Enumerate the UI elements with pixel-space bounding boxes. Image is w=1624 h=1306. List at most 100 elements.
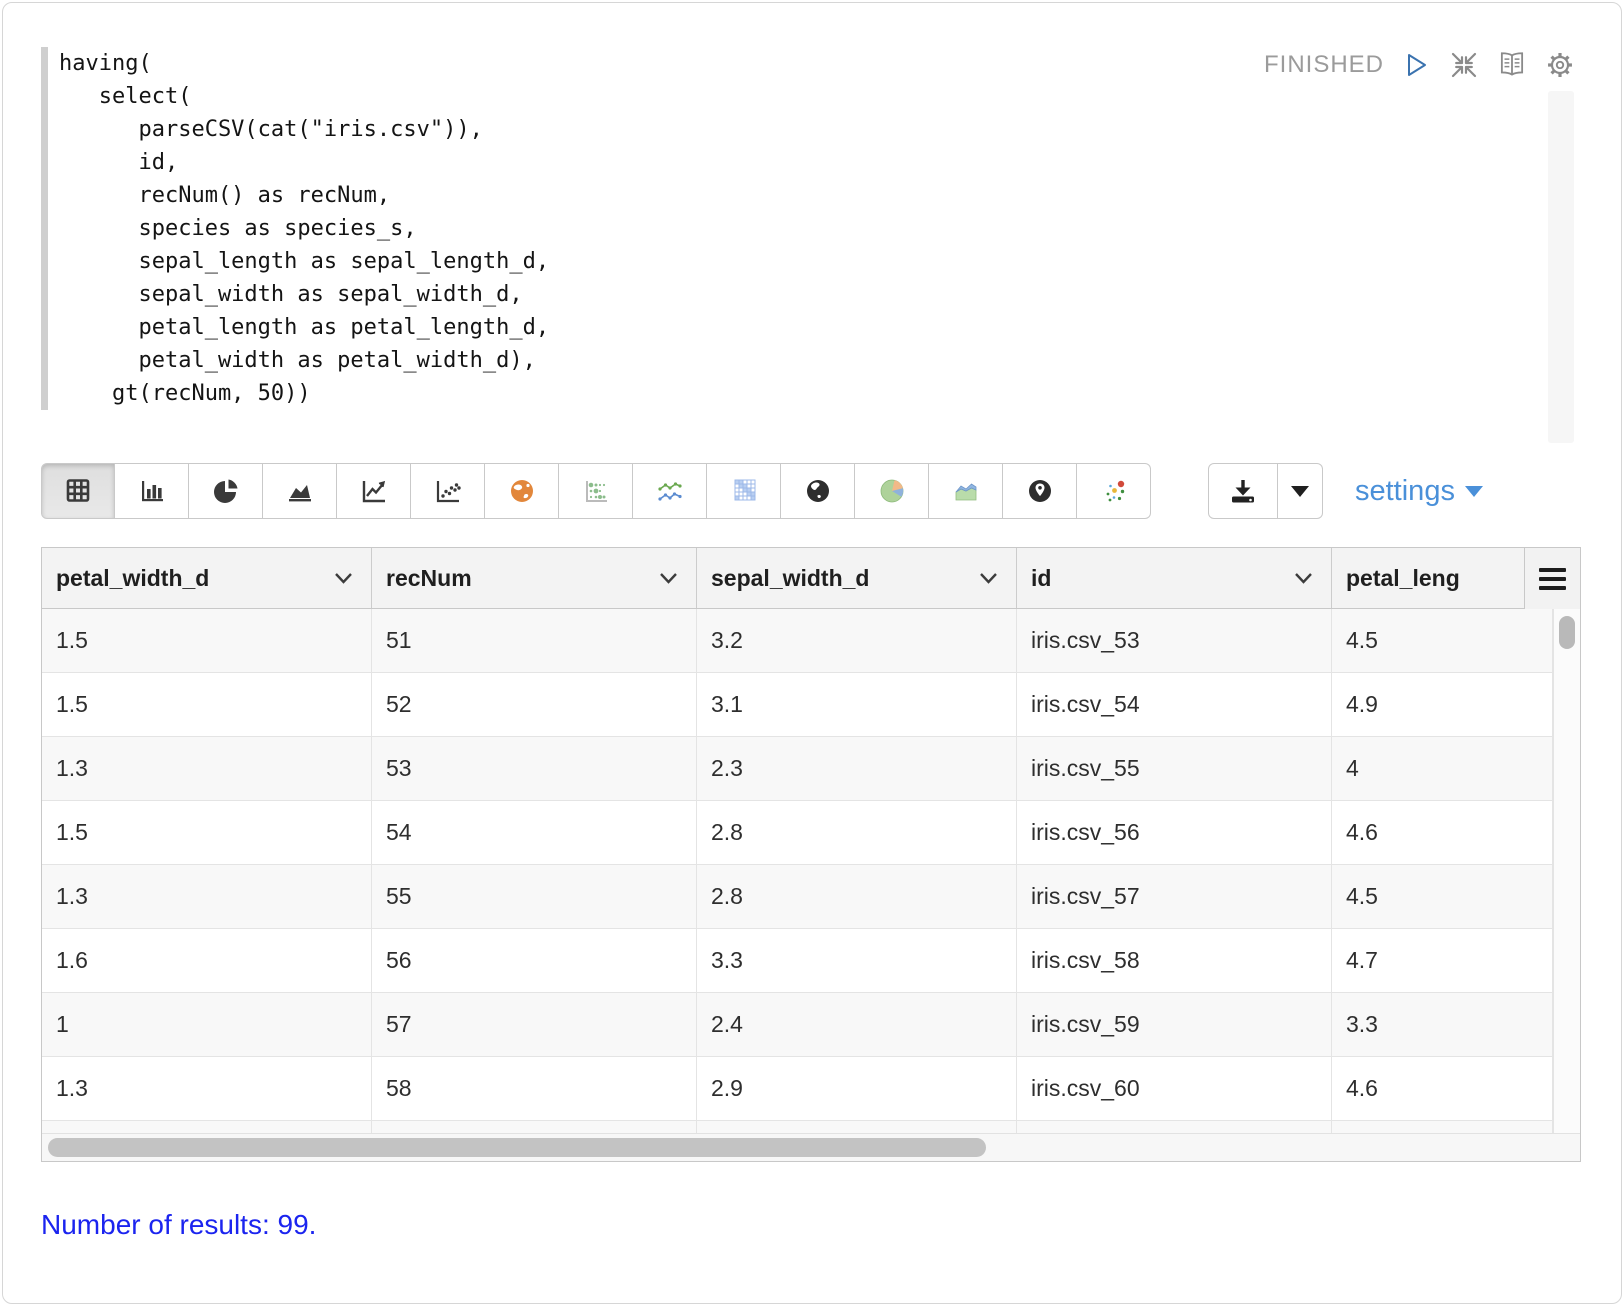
pie-chart-icon xyxy=(209,476,243,506)
chevron-down-icon[interactable] xyxy=(1294,572,1313,584)
settings-dropdown[interactable]: settings xyxy=(1355,475,1483,508)
cell: iris.csv_58 xyxy=(1017,929,1332,992)
cell: 4.5 xyxy=(1332,865,1553,928)
column-header-sepal-width[interactable]: sepal_width_d xyxy=(697,548,1017,608)
column-label: sepal_width_d xyxy=(711,565,869,592)
cell: 57 xyxy=(372,993,697,1056)
notebook-paragraph: having( select( parseCSV(cat("iris.csv")… xyxy=(2,2,1622,1304)
play-icon xyxy=(1401,50,1431,80)
table-vertical-scrollbar[interactable] xyxy=(1553,609,1580,1133)
cell: 52 xyxy=(372,673,697,736)
download-dropdown-button[interactable] xyxy=(1278,463,1323,519)
cell: iris.csv_53 xyxy=(1017,609,1332,672)
scatter-color-icon xyxy=(1097,476,1131,506)
cell: iris.csv_54 xyxy=(1017,673,1332,736)
gear-icon xyxy=(1544,49,1576,81)
cell: 4.6 xyxy=(1332,1057,1553,1120)
cell: 4 xyxy=(1332,737,1553,800)
column-header-recnum[interactable]: recNum xyxy=(372,548,697,608)
vertical-scrollbar-thumb[interactable] xyxy=(1559,616,1575,649)
table-row: 1.3 55 2.8 iris.csv_57 4.5 xyxy=(42,865,1553,929)
chart-type-line-button[interactable] xyxy=(337,463,411,519)
column-menu-button[interactable] xyxy=(1524,548,1580,609)
chevron-down-icon[interactable] xyxy=(659,572,678,584)
table-row: 1.3 53 2.3 iris.csv_55 4 xyxy=(42,737,1553,801)
cell: 2.8 xyxy=(697,801,1017,864)
table-row-partial xyxy=(42,1121,1553,1133)
column-label: id xyxy=(1031,565,1051,592)
line-chart-icon xyxy=(357,476,391,506)
chart-type-scatter-color-button[interactable] xyxy=(1077,463,1151,519)
chart-type-group xyxy=(41,463,1151,519)
cell: 1.3 xyxy=(42,865,372,928)
cell: 3.1 xyxy=(697,673,1017,736)
cell: 1.3 xyxy=(42,737,372,800)
chart-type-table-button[interactable] xyxy=(41,463,115,519)
multi-line-chart-icon xyxy=(653,476,687,506)
chart-type-globe-button[interactable] xyxy=(781,463,855,519)
chevron-down-icon[interactable] xyxy=(334,572,353,584)
scatter-chart-icon xyxy=(431,476,465,506)
chart-type-area-button[interactable] xyxy=(263,463,337,519)
cell: 56 xyxy=(372,929,697,992)
cell: 53 xyxy=(372,737,697,800)
cell: 3.3 xyxy=(1332,993,1553,1056)
chart-type-globe-pin-button[interactable] xyxy=(1003,463,1077,519)
results-count-text: Number of results: 99. xyxy=(41,1209,316,1241)
editor-gutter xyxy=(41,47,48,410)
table-row: 1.6 56 3.3 iris.csv_58 4.7 xyxy=(42,929,1553,993)
table-row: 1.5 51 3.2 iris.csv_53 4.5 xyxy=(42,609,1553,673)
download-button[interactable] xyxy=(1208,463,1278,519)
cell: 3.3 xyxy=(697,929,1017,992)
table-icon xyxy=(61,476,95,506)
chart-type-multi-line-button[interactable] xyxy=(633,463,707,519)
table-body: 1.5 51 3.2 iris.csv_53 4.5 1.5 52 3.1 ir… xyxy=(42,609,1580,1133)
chart-type-bar-button[interactable] xyxy=(115,463,189,519)
paragraph-settings-button[interactable] xyxy=(1544,49,1576,81)
cell: 4.5 xyxy=(1332,609,1553,672)
column-header-id[interactable]: id xyxy=(1017,548,1332,608)
map-globe-orange-icon xyxy=(505,476,539,506)
shrink-icon xyxy=(1449,50,1479,80)
horizontal-scrollbar-thumb[interactable] xyxy=(48,1138,986,1157)
code-editor-area: having( select( parseCSV(cat("iris.csv")… xyxy=(41,47,1501,410)
report-view-button[interactable] xyxy=(1496,49,1528,81)
cell: 1.6 xyxy=(42,929,372,992)
collapse-button[interactable] xyxy=(1448,49,1480,81)
cell: 4.9 xyxy=(1332,673,1553,736)
globe-dark-icon xyxy=(801,476,835,506)
cell: iris.csv_56 xyxy=(1017,801,1332,864)
chart-type-bubble-matrix-button[interactable] xyxy=(559,463,633,519)
cell: 54 xyxy=(372,801,697,864)
cell: 2.8 xyxy=(697,865,1017,928)
column-label: petal_leng xyxy=(1346,565,1460,592)
cell: 55 xyxy=(372,865,697,928)
chart-type-pie-color-button[interactable] xyxy=(855,463,929,519)
chart-type-area-color-button[interactable] xyxy=(929,463,1003,519)
table-row: 1.5 54 2.8 iris.csv_56 4.6 xyxy=(42,801,1553,865)
table-horizontal-scrollbar[interactable] xyxy=(42,1133,1580,1161)
status-badge: FINISHED xyxy=(1264,51,1384,79)
download-split-button xyxy=(1208,463,1323,519)
settings-caret-icon xyxy=(1465,486,1483,497)
cell: 4.7 xyxy=(1332,929,1553,992)
chevron-down-icon[interactable] xyxy=(979,572,998,584)
chart-type-map-button[interactable] xyxy=(485,463,559,519)
heatmap-grid-icon xyxy=(727,476,761,506)
cell: 2.9 xyxy=(697,1057,1017,1120)
editor-scrollbar-track[interactable] xyxy=(1548,91,1574,443)
column-label: petal_width_d xyxy=(56,565,209,592)
globe-dark-pin-icon xyxy=(1023,476,1057,506)
chart-type-scatter-button[interactable] xyxy=(411,463,485,519)
chart-type-pie-button[interactable] xyxy=(189,463,263,519)
cell: 1.5 xyxy=(42,673,372,736)
bubble-matrix-icon xyxy=(579,476,613,506)
bar-chart-icon xyxy=(135,476,169,506)
code-editor[interactable]: having( select( parseCSV(cat("iris.csv")… xyxy=(59,47,549,410)
chart-type-heatmap-button[interactable] xyxy=(707,463,781,519)
run-button[interactable] xyxy=(1400,49,1432,81)
cell: iris.csv_60 xyxy=(1017,1057,1332,1120)
column-header-petal-width[interactable]: petal_width_d xyxy=(42,548,372,608)
cell: 1.3 xyxy=(42,1057,372,1120)
cell: iris.csv_59 xyxy=(1017,993,1332,1056)
